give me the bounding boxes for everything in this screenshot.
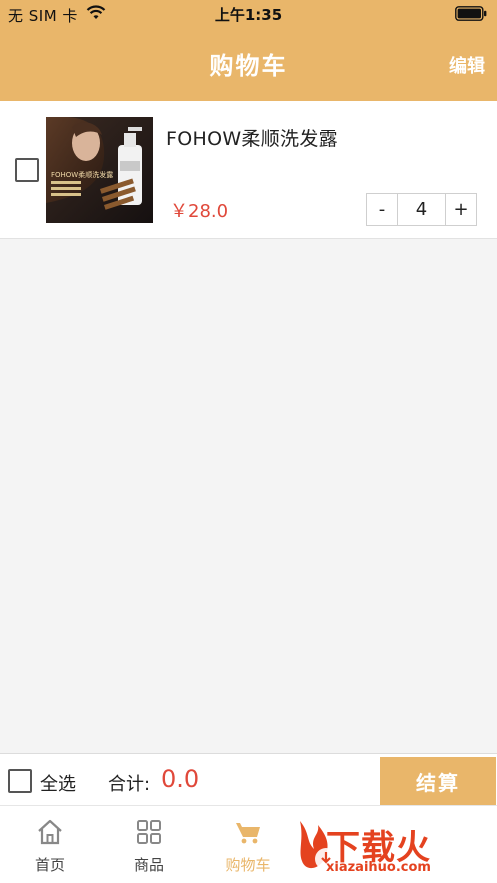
battery-icon: [455, 6, 487, 21]
page-title: 购物车: [209, 52, 288, 80]
tab-cart-label: 购物车: [225, 856, 271, 874]
home-icon: [38, 819, 62, 845]
tab-home[interactable]: 首页: [0, 806, 100, 883]
product-image-caption: FOHOW柔顺洗发露: [51, 170, 113, 179]
tab-products-label: 商品: [133, 856, 164, 874]
product-photo: FOHOW柔顺洗发露: [46, 117, 153, 223]
grid-icon: [137, 820, 161, 844]
edit-button[interactable]: 编辑: [449, 52, 485, 78]
increment-button[interactable]: +: [446, 194, 476, 225]
tab-home-label: 首页: [34, 856, 65, 874]
select-all-label[interactable]: 全选: [40, 770, 76, 796]
checkout-bar: 全选 合计: 0.0 结算: [0, 753, 497, 805]
cart-item: FOHOW柔顺洗发露 FOHOW柔顺洗发露 ￥28.0 - 4 +: [0, 101, 497, 239]
status-bar: 无 SIM 卡 上午1:35: [0, 0, 497, 30]
quantity-stepper: - 4 +: [366, 193, 477, 226]
item-checkbox[interactable]: [15, 158, 39, 182]
checkout-button[interactable]: 结算: [380, 757, 496, 805]
select-all-checkbox[interactable]: [8, 769, 32, 793]
decrement-button[interactable]: -: [367, 194, 397, 225]
header: 无 SIM 卡 上午1:35 购物车 编辑: [0, 0, 497, 101]
tab-cart[interactable]: 购物车: [198, 806, 298, 883]
cart-icon: [236, 823, 260, 844]
quantity-field[interactable]: 4: [397, 194, 446, 225]
watermark-url: xiazaihuo.com: [326, 860, 431, 875]
status-time: 上午1:35: [214, 6, 283, 24]
tab-products[interactable]: 商品: [99, 806, 199, 883]
product-price: ￥28.0: [170, 201, 229, 222]
product-name[interactable]: FOHOW柔顺洗发露: [166, 124, 338, 151]
total-value: 0.0: [161, 765, 200, 793]
total-label: 合计:: [108, 774, 151, 795]
product-image[interactable]: FOHOW柔顺洗发露: [46, 117, 153, 223]
